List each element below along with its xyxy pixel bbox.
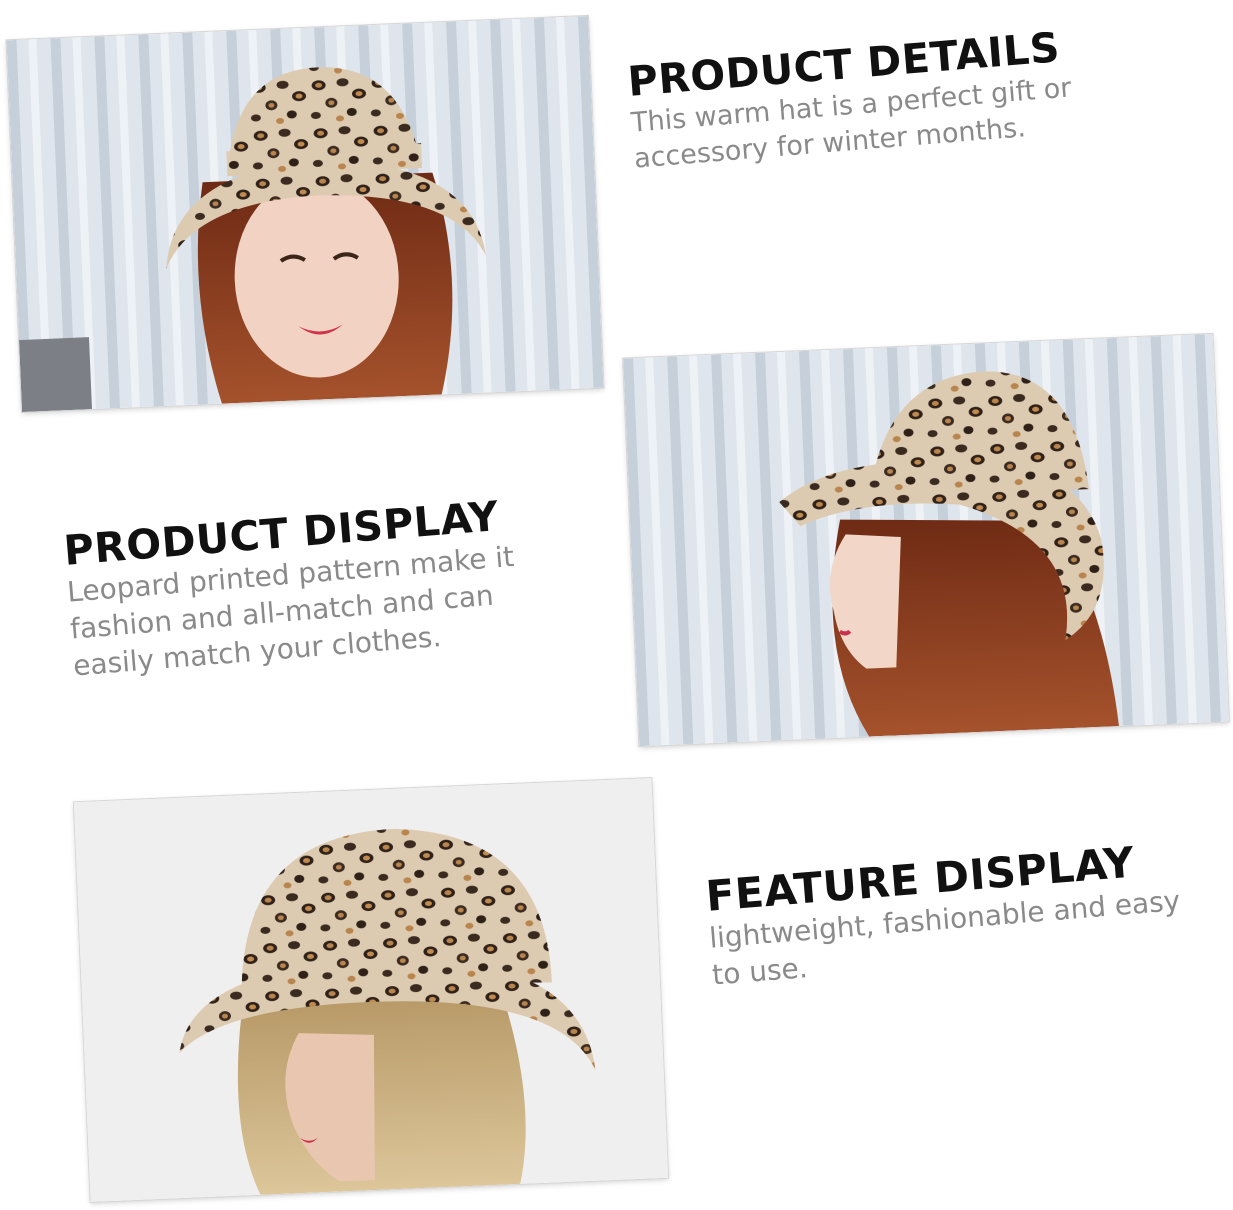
product-details-block: PRODUCT DETAILS This warm hat is a perfe… <box>626 23 1076 177</box>
model-side-photo-icon <box>623 333 1229 747</box>
model-front-photo-icon <box>6 15 604 413</box>
product-display-block: PRODUCT DISPLAY Leopard printed pattern … <box>62 491 521 685</box>
mannequin-photo-icon <box>73 778 669 1202</box>
model-side-photo <box>623 333 1229 747</box>
feature-display-block: FEATURE DISPLAY lightweight, fashionable… <box>704 834 1185 994</box>
mannequin-photo <box>73 778 669 1202</box>
model-front-photo <box>6 15 604 413</box>
